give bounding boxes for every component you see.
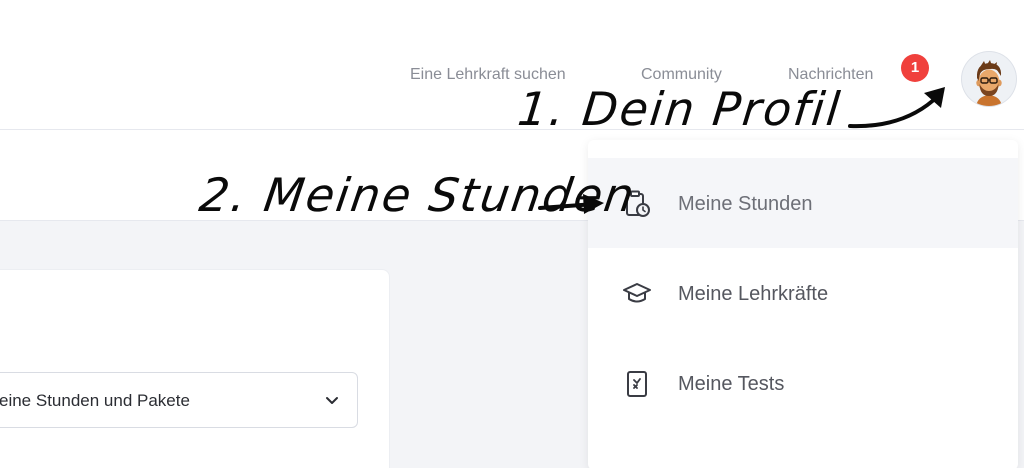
menu-label-my-lessons: Meine Stunden (678, 193, 813, 215)
test-document-icon (622, 369, 652, 399)
profile-dropdown-menu: Meine Stunden Meine Lehrkräfte Meine Tes… (588, 140, 1018, 468)
select-value: eine Stunden und Pakete (0, 391, 190, 410)
menu-item-my-teachers[interactable]: Meine Lehrkräfte (588, 248, 1018, 338)
chevron-down-icon (325, 393, 339, 411)
user-avatar-icon (976, 60, 1002, 106)
lessons-packages-select[interactable]: eine Stunden und Pakete (0, 372, 358, 428)
menu-label-my-tests: Meine Tests (678, 373, 785, 395)
menu-label-my-teachers: Meine Lehrkräfte (678, 283, 829, 305)
annotation-step-1: 1. Dein Profil (515, 82, 845, 136)
lessons-card (0, 269, 390, 468)
screenshot-stage: Eine Lehrkraft suchen Community Nachrich… (0, 0, 1024, 468)
menu-item-my-lessons[interactable]: Meine Stunden (588, 158, 1018, 248)
annotation-step-2: 2. Meine Stunden (196, 168, 640, 222)
graduation-cap-icon (622, 279, 652, 309)
top-navigation: Eine Lehrkraft suchen Community Nachrich… (0, 0, 1024, 130)
menu-item-my-tests[interactable]: Meine Tests (588, 338, 1018, 428)
profile-avatar[interactable] (962, 52, 1016, 106)
messages-badge: 1 (901, 54, 929, 82)
